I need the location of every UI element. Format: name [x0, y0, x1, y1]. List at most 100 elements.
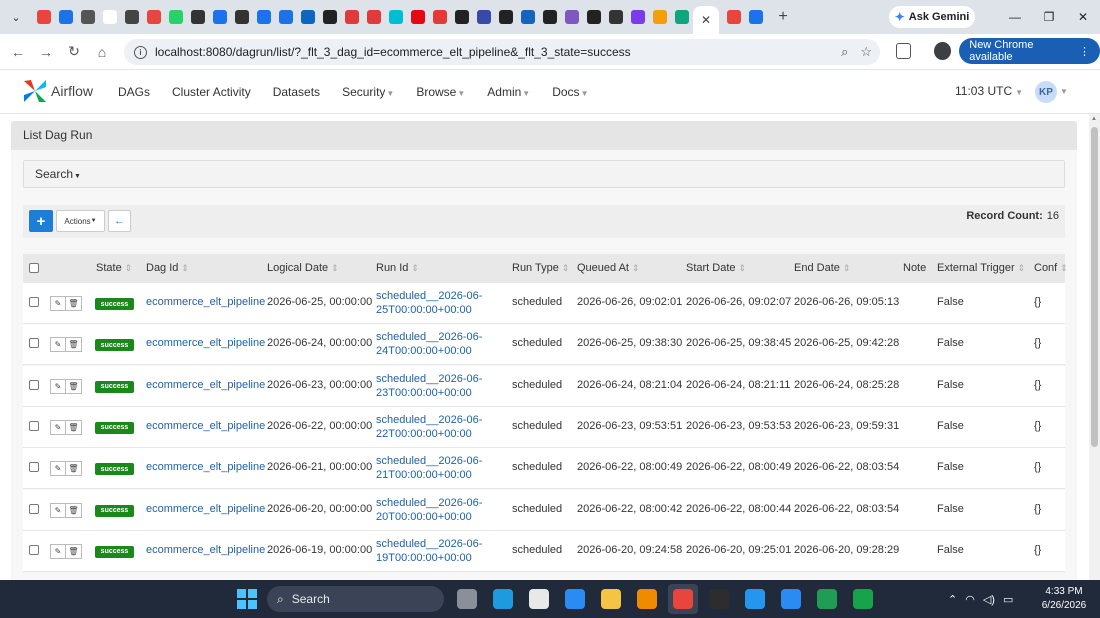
column-header-run-id[interactable]: Run Id ⇕: [376, 254, 419, 283]
tab-favicon-icon[interactable]: [499, 10, 513, 24]
dag-id-link[interactable]: ecommerce_elt_pipeline: [146, 420, 265, 432]
run-id-link[interactable]: scheduled__2026-06- 24T00:00:00+00:00: [376, 330, 482, 358]
column-header-run-type[interactable]: Run Type ⇕: [512, 254, 569, 283]
tab-favicon-icon[interactable]: [191, 10, 205, 24]
run-id-link[interactable]: scheduled__2026-06- 21T00:00:00+00:00: [376, 454, 482, 482]
back-button[interactable]: ←: [108, 210, 131, 232]
column-header-end-date[interactable]: End Date ⇕: [794, 254, 850, 283]
mail-icon[interactable]: [560, 584, 590, 614]
folder-icon[interactable]: [596, 584, 626, 614]
column-header-conf[interactable]: Conf ⇕: [1034, 254, 1068, 283]
edit-icon[interactable]: ✎: [50, 543, 66, 559]
column-header-start-date[interactable]: Start Date ⇕: [686, 254, 746, 283]
row-checkbox[interactable]: [29, 297, 39, 307]
tab-favicon-icon[interactable]: [37, 10, 51, 24]
nav-menu-security[interactable]: Security▼: [342, 85, 394, 99]
edge-icon[interactable]: [488, 584, 518, 614]
profile-icon[interactable]: [934, 42, 952, 60]
taskbar-clock[interactable]: 4:33 PM 6/26/2026: [1036, 585, 1092, 613]
nav-menu-docs[interactable]: Docs▼: [552, 85, 588, 99]
tab-favicon-icon[interactable]: [257, 10, 271, 24]
edit-icon[interactable]: ✎: [50, 502, 66, 518]
scroll-up-icon[interactable]: ▲: [1091, 116, 1097, 122]
back-arrow-icon[interactable]: ←: [4, 38, 32, 66]
dag-id-link[interactable]: ecommerce_elt_pipeline: [146, 337, 265, 349]
chrome-icon[interactable]: [668, 584, 698, 614]
row-checkbox[interactable]: [29, 503, 39, 514]
tab-favicon-icon[interactable]: [543, 10, 557, 24]
extensions-icon[interactable]: [896, 43, 912, 59]
run-id-link[interactable]: scheduled__2026-06- 22T00:00:00+00:00: [376, 413, 482, 441]
minimize-icon[interactable]: —: [998, 0, 1032, 34]
tab-favicon-icon[interactable]: [59, 10, 73, 24]
windows-start-icon[interactable]: [237, 589, 257, 609]
column-header-dag-id[interactable]: Dag Id ⇕: [146, 254, 189, 283]
edit-icon[interactable]: ✎: [50, 337, 66, 353]
column-header-queued-at[interactable]: Queued At ⇕: [577, 254, 640, 283]
tab-favicon-icon[interactable]: [345, 10, 359, 24]
tab-favicon-icon[interactable]: [411, 10, 425, 24]
scrollbar-thumb[interactable]: [1091, 127, 1098, 447]
new-chrome-available-button[interactable]: New Chrome available ⋮: [959, 38, 1100, 64]
tab-favicon-icon[interactable]: [727, 10, 741, 24]
file-explorer-icon[interactable]: [452, 584, 482, 614]
edit-icon[interactable]: ✎: [50, 419, 66, 435]
row-checkbox[interactable]: [29, 544, 39, 555]
run-id-link[interactable]: scheduled__2026-06- 23T00:00:00+00:00: [376, 372, 482, 400]
select-all-checkbox[interactable]: [29, 263, 39, 276]
tab-favicon-icon[interactable]: [147, 10, 161, 24]
page-scrollbar[interactable]: ▲: [1089, 114, 1100, 580]
row-checkbox[interactable]: [29, 420, 39, 431]
nav-menu-browse[interactable]: Browse▼: [416, 85, 465, 99]
column-header-state[interactable]: State ⇕: [96, 254, 132, 283]
tab-favicon-icon[interactable]: [653, 10, 667, 24]
tab-favicon-icon[interactable]: [235, 10, 249, 24]
row-checkbox[interactable]: [29, 462, 39, 473]
tab-favicon-icon[interactable]: [631, 10, 645, 24]
edit-icon[interactable]: ✎: [50, 296, 66, 311]
edit-icon[interactable]: ✎: [50, 461, 66, 477]
docker-icon[interactable]: [740, 584, 770, 614]
utc-clock[interactable]: 11:03 UTC ▼: [955, 84, 1023, 98]
new-tab-button[interactable]: +: [773, 7, 793, 27]
nav-menu-admin[interactable]: Admin▼: [487, 85, 530, 99]
restore-icon[interactable]: ❐: [1032, 0, 1066, 34]
tab-favicon-icon[interactable]: [169, 10, 183, 24]
vlc-icon[interactable]: [632, 584, 662, 614]
trash-icon[interactable]: 🗑: [66, 378, 82, 394]
tab-favicon-icon[interactable]: [675, 10, 689, 24]
nav-menu-datasets[interactable]: Datasets: [273, 85, 320, 99]
tab-favicon-icon[interactable]: [477, 10, 491, 24]
dag-id-link[interactable]: ecommerce_elt_pipeline: [146, 296, 265, 308]
user-avatar[interactable]: KP: [1035, 81, 1057, 103]
reload-icon[interactable]: ↻: [60, 38, 88, 66]
tab-search-chevron-icon[interactable]: ⌄: [5, 6, 27, 28]
address-bar[interactable]: i localhost:8080/dagrun/list/?_flt_3_dag…: [124, 39, 880, 65]
vscode-icon[interactable]: [776, 584, 806, 614]
tab-favicon-icon[interactable]: [587, 10, 601, 24]
tab-favicon-icon[interactable]: [301, 10, 315, 24]
trash-icon[interactable]: 🗑: [66, 419, 82, 435]
zoom-search-icon[interactable]: ⌕: [841, 44, 848, 60]
tab-favicon-icon[interactable]: [213, 10, 227, 24]
tab-favicon-icon[interactable]: [323, 10, 337, 24]
dag-id-link[interactable]: ecommerce_elt_pipeline: [146, 379, 265, 391]
run-id-link[interactable]: scheduled__2026-06- 19T00:00:00+00:00: [376, 537, 482, 565]
address-url[interactable]: localhost:8080/dagrun/list/?_flt_3_dag_i…: [155, 45, 631, 59]
tab-favicon-icon[interactable]: [433, 10, 447, 24]
wifi-icon[interactable]: ◠: [965, 593, 975, 606]
terminal-icon[interactable]: [704, 584, 734, 614]
tab-favicon-icon[interactable]: [81, 10, 95, 24]
ask-gemini-button[interactable]: ✦ Ask Gemini: [889, 6, 975, 28]
tab-favicon-icon[interactable]: [103, 10, 117, 24]
active-tab-close-icon[interactable]: ✕: [693, 6, 719, 34]
tab-favicon-icon[interactable]: [125, 10, 139, 24]
airflow-brand[interactable]: Airflow: [51, 83, 93, 99]
tab-favicon-icon[interactable]: [367, 10, 381, 24]
tab-favicon-icon[interactable]: [389, 10, 403, 24]
site-info-icon[interactable]: i: [134, 45, 147, 59]
add-record-button[interactable]: +: [29, 210, 53, 232]
trash-icon[interactable]: 🗑: [66, 543, 82, 559]
dag-id-link[interactable]: ecommerce_elt_pipeline: [146, 503, 265, 515]
search-toggle[interactable]: Search▼: [23, 160, 1065, 188]
